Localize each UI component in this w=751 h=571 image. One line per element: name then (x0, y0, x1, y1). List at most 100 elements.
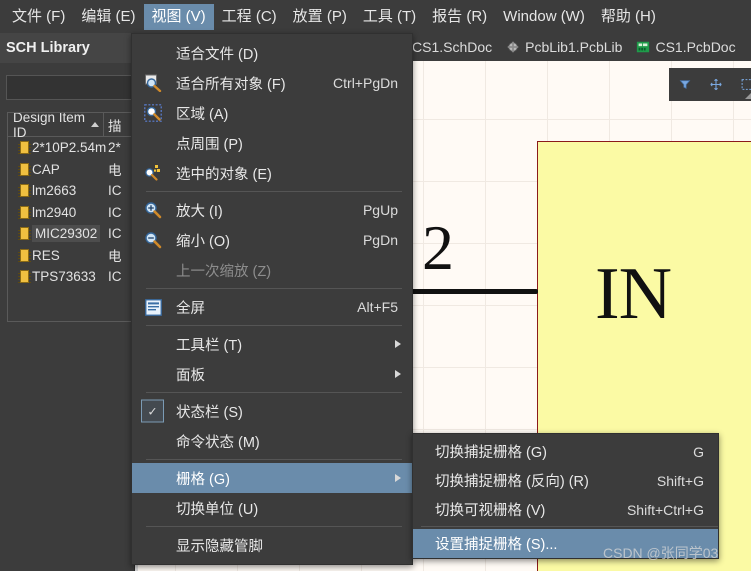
menu-item-label: 命令状态 (M) (176, 434, 260, 451)
table-row[interactable]: CAP 电 (8, 159, 140, 181)
menu-item[interactable]: 切换单位 (U) (132, 493, 412, 523)
menu-item-label: 区域 (A) (176, 106, 229, 123)
submenu-item[interactable]: 切换捕捉栅格 (G) G (413, 437, 718, 466)
menu-item-label: 状态栏 (S) (176, 404, 243, 421)
menu-separator (146, 459, 402, 460)
menu-item[interactable]: 工具栏 (T) (132, 329, 412, 359)
filter-icon[interactable] (679, 76, 691, 93)
component-icon (18, 205, 31, 219)
component-icon (18, 248, 31, 262)
menu-item-label: 面板 (176, 367, 205, 384)
menubar-item-tools[interactable]: 工具 (T) (355, 4, 424, 30)
zoom-selected-icon (145, 165, 160, 181)
row-description: 电 (108, 163, 122, 179)
submenu-item[interactable]: 切换捕捉栅格 (反向) (R) Shift+G (413, 466, 718, 495)
menu-item-label: 栅格 (G) (176, 471, 230, 488)
tab-label: CS1.SchDoc (412, 39, 493, 55)
menu-item[interactable]: 栅格 (G) (132, 463, 412, 493)
table-row[interactable]: lm2940 IC (8, 202, 140, 224)
toolbar-resize-grip[interactable] (745, 93, 751, 99)
menu-item[interactable]: 命令状态 (M) (132, 426, 412, 456)
menubar-item-place[interactable]: 放置 (P) (285, 4, 355, 30)
fullscreen-icon (144, 298, 162, 316)
menu-item-label: 上一次缩放 (Z) (176, 263, 272, 280)
pin-line[interactable] (408, 289, 538, 294)
tab-label: PcbLib1.PcbLib (525, 39, 623, 55)
zoom-in-icon (145, 202, 162, 219)
submenu-item[interactable]: 切换可视栅格 (V) Shift+Ctrl+G (413, 495, 718, 524)
submenu-item[interactable]: 设置捕捉栅格 (S)... (413, 529, 718, 558)
zoom-area-icon (143, 103, 163, 123)
row-description: IC (108, 183, 122, 199)
select-area-icon[interactable] (741, 76, 751, 93)
panel-title: SCH Library (0, 33, 135, 63)
table-row[interactable]: MIC29302 IC (8, 223, 140, 245)
menu-item-label: 适合所有对象 (F) (176, 76, 286, 93)
row-design-item-id: CAP (8, 159, 104, 181)
menu-item-accelerator: PgUp (362, 202, 398, 218)
column-header-description[interactable]: 描 (104, 115, 122, 135)
row-design-item-id: RES (8, 245, 104, 267)
table-header-row: Design Item ID 描 (8, 113, 140, 140)
menu-item[interactable]: 适合文件 (D) (132, 38, 412, 68)
column-header-design-item-id[interactable]: Design Item ID (8, 113, 104, 140)
menu-item[interactable]: 全屏 Alt+F5 (132, 292, 412, 322)
main-menubar: 文件 (F) 编辑 (E) 视图 (V) 工程 (C) 放置 (P) 工具 (T… (0, 0, 751, 33)
pcbdoc-icon (637, 41, 650, 53)
menu-item[interactable]: 区域 (A) (132, 98, 412, 128)
zoom-area-icon (144, 104, 162, 122)
menu-separator (146, 392, 402, 393)
menu-item[interactable]: ✓ 状态栏 (S) (132, 396, 412, 426)
row-name-label: CAP (32, 161, 60, 177)
submenu-item-label: 设置捕捉栅格 (S)... (435, 537, 558, 553)
menu-item-label: 全屏 (176, 300, 205, 317)
menubar-item-view[interactable]: 视图 (V) (143, 3, 214, 30)
menu-item[interactable]: 点周围 (P) (132, 128, 412, 158)
chevron-right-icon (395, 370, 401, 378)
menu-item-label: 适合文件 (D) (176, 46, 259, 63)
fit-all-icon (145, 74, 162, 92)
menu-item-label: 缩小 (O) (176, 233, 230, 250)
row-description: IC (108, 204, 122, 220)
tab-label: CS1.PcbDoc (655, 39, 736, 55)
checkmark-icon: ✓ (141, 399, 164, 423)
submenu-item-label: 切换可视栅格 (V) (435, 503, 546, 519)
grid-submenu: 切换捕捉栅格 (G) G 切换捕捉栅格 (反向) (R) Shift+G 切换可视栅格 … (412, 433, 719, 559)
component-icon (18, 270, 31, 284)
menubar-item-project[interactable]: 工程 (C) (214, 4, 285, 30)
pin-name-in: IN (595, 253, 672, 335)
component-icon (18, 227, 31, 241)
menu-item-label: 工具栏 (T) (176, 337, 243, 354)
tab-pcblib1-pcblib[interactable]: PcbLib1.PcbLib (506, 39, 622, 55)
table-row[interactable]: RES 电 (8, 245, 140, 267)
zoom-out-icon (143, 230, 163, 250)
submenu-item-accelerator: Shift+G (656, 472, 704, 489)
menubar-item-reports[interactable]: 报告 (R) (424, 4, 495, 30)
menu-item[interactable]: 显示隐藏管脚 (132, 530, 412, 560)
menu-item[interactable]: 适合所有对象 (F) Ctrl+PgDn (132, 68, 412, 98)
menubar-item-file[interactable]: 文件 (F) (4, 4, 73, 30)
table-row[interactable]: TPS73633 IC (8, 266, 140, 288)
menu-item[interactable]: 选中的对象 (E) (132, 158, 412, 188)
move-cross-icon[interactable] (710, 76, 722, 93)
menu-item[interactable]: 放大 (I) PgUp (132, 195, 412, 225)
search-input[interactable] (6, 75, 140, 100)
row-name-label: TPS73633 (32, 269, 96, 285)
table-row[interactable]: 2*10P2.54m 2* (8, 137, 140, 159)
pcblib-icon (507, 41, 519, 53)
row-description: IC (108, 269, 122, 285)
menubar-item-edit[interactable]: 编辑 (E) (73, 4, 143, 30)
menu-item-label: 选中的对象 (E) (176, 166, 272, 183)
row-design-item-id: TPS73633 (8, 266, 104, 288)
menu-separator (146, 526, 402, 527)
component-icon (18, 184, 31, 198)
tab-cs1-pcbdoc[interactable]: CS1.PcbDoc (636, 39, 736, 55)
menu-item-accelerator: Ctrl+PgDn (333, 75, 398, 91)
menu-item[interactable]: 面板 (132, 359, 412, 389)
row-name-label: lm2940 (32, 204, 77, 220)
menubar-item-window[interactable]: Window (W) (495, 4, 593, 30)
table-row[interactable]: lm2663 IC (8, 180, 140, 202)
menu-item[interactable]: 缩小 (O) PgDn (132, 225, 412, 255)
menubar-item-help[interactable]: 帮助 (H) (593, 4, 664, 30)
design-item-table: Design Item ID 描 2*10P2.54m 2* CAP 电 lm2663 I… (7, 112, 140, 322)
